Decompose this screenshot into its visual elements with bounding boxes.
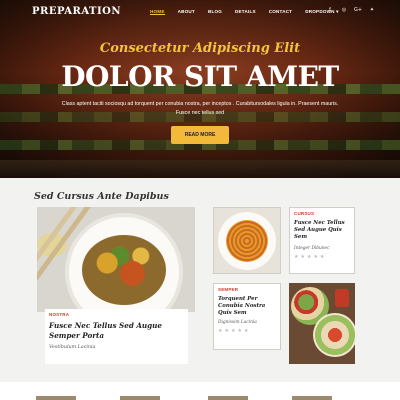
read-more-button[interactable]: READ MORE [171, 126, 229, 144]
rating-stars: ★★★★★ [218, 328, 251, 334]
post-author: Dignissim Lacinia [218, 320, 257, 325]
pasta [226, 220, 268, 262]
hero-description: Class aptent taciti sociosqu ad torquent… [61, 101, 339, 116]
post-author: Vestibulum Lacinia [49, 345, 96, 350]
thumbnail-edge [292, 396, 332, 400]
twitter-icon[interactable]: ✦ [365, 7, 379, 13]
google-plus-icon[interactable]: G+ [351, 7, 365, 13]
top-navigation: PREPARATION HOME ABOUT BLOG DETAILS CONT… [0, 0, 400, 24]
salad-plate [313, 313, 355, 357]
post-card-cursus[interactable]: CURSUS Fusce Nec Tellus Sed Augue Quis S… [289, 207, 355, 274]
featured-post-card[interactable]: NOSTRA Fusce Nec Tellus Sed Augue Semper… [45, 309, 188, 364]
site-logo[interactable]: PREPARATION [32, 6, 121, 17]
nav-item-home[interactable]: HOME [150, 9, 165, 15]
hero-title: DOLOR SIT AMET [61, 60, 339, 93]
food-contents [82, 235, 166, 305]
main-menu: HOME ABOUT BLOG DETAILS CONTACT DROPDOWN… [150, 9, 352, 15]
post-tag[interactable]: SEMPER [218, 287, 238, 292]
post-title[interactable]: Fusce Nec Tellus Sed Augue Semper Porta [49, 321, 187, 341]
section-title: Sed Cursus Ante Dapibus [34, 191, 169, 202]
drink-glass [335, 289, 349, 307]
thumbnail-edge [120, 396, 160, 400]
post-card-semper[interactable]: SEMPER Torquent Per Conubia Nostra Quis … [213, 283, 281, 350]
rating-stars: ★★★★★ [294, 254, 327, 260]
hero-subtitle: Consectetur Adipiscing Elit [99, 41, 301, 56]
post-author: Integer Dibunec [294, 246, 330, 251]
nav-item-about[interactable]: ABOUT [178, 9, 195, 15]
nav-item-details[interactable]: DETAILS [235, 9, 256, 15]
nav-item-contact[interactable]: CONTACT [269, 9, 293, 15]
pasta-image[interactable] [213, 207, 281, 274]
post-tag[interactable]: NOSTRA [49, 312, 69, 317]
post-title[interactable]: Torquent Per Conubia Nostra Quis Sem [218, 296, 278, 317]
nav-item-blog[interactable]: BLOG [208, 9, 222, 15]
facebook-icon[interactable]: f [323, 7, 337, 13]
thumbnail-edge [208, 396, 248, 400]
post-title[interactable]: Fusce Nec Tellus Sed Augue Quis Sem [294, 220, 354, 241]
instagram-icon[interactable]: ◎ [337, 7, 351, 13]
social-links: f ◎ G+ ✦ [323, 7, 379, 13]
salad-image[interactable] [289, 283, 355, 364]
post-tag[interactable]: CURSUS [294, 211, 314, 216]
next-section-preview [0, 382, 400, 400]
featured-food-image[interactable] [37, 207, 195, 312]
thumbnail-edge [36, 396, 76, 400]
hero-image-table [0, 160, 400, 178]
hero-banner: PREPARATION HOME ABOUT BLOG DETAILS CONT… [0, 0, 400, 178]
